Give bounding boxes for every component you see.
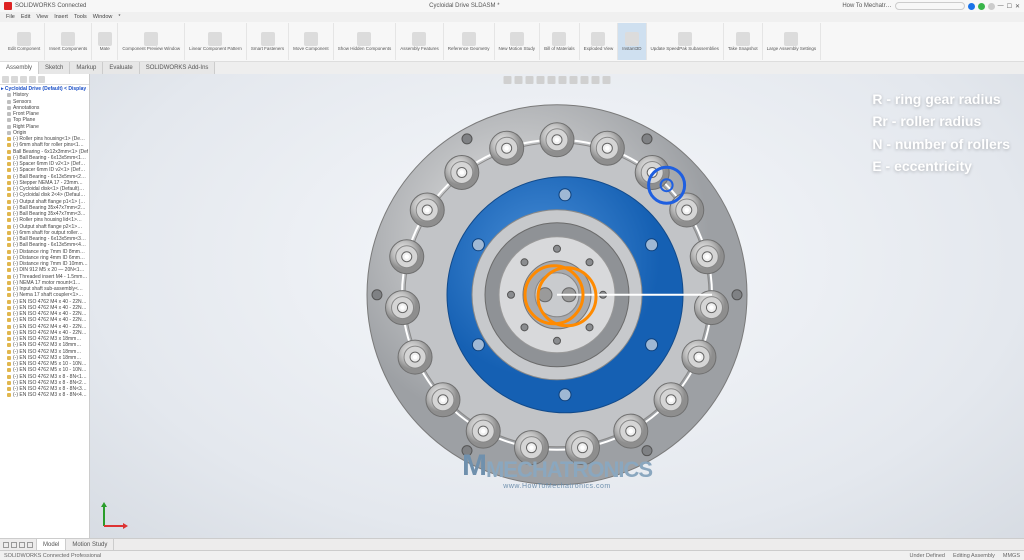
- feature-tree[interactable]: ▸ Cycloidal Drive (Default) < Display S……: [0, 85, 89, 538]
- ribbon-bill-of-materials[interactable]: Bill of Materials: [540, 23, 580, 60]
- right-title-text: How To Mechatr…: [842, 3, 891, 9]
- ribbon-assembly-features[interactable]: Assembly Features: [396, 23, 444, 60]
- ribbon-icon: [144, 32, 158, 46]
- tab-nav: [0, 539, 37, 550]
- ribbon-large-assembly-settings[interactable]: Large Assembly Settings: [763, 23, 822, 60]
- ribbon-move-component[interactable]: Move Component: [289, 23, 334, 60]
- watermark-text: MECHATRONICS: [486, 457, 652, 483]
- feature-tree-toolbar: [0, 74, 89, 85]
- watermark-url: www.HowToMechatronics.com: [462, 483, 652, 490]
- bottom-tabs: ModelMotion Study: [0, 538, 1024, 550]
- tab-assembly[interactable]: Assembly: [0, 62, 39, 74]
- tab-last-icon[interactable]: [27, 542, 33, 548]
- tab-sketch[interactable]: Sketch: [39, 62, 70, 74]
- ribbon-component-preview-window[interactable]: Component Preview Window: [118, 23, 185, 60]
- ribbon-edit-component[interactable]: Edit Component: [4, 23, 45, 60]
- overlay-line: Rr - roller radius: [872, 110, 1010, 132]
- ribbon-icon: [736, 32, 750, 46]
- ribbon-icon: [261, 32, 275, 46]
- ribbon-icon: [591, 32, 605, 46]
- ribbon-exploded-view[interactable]: Exploded View: [580, 23, 619, 60]
- bottom-tab-model[interactable]: Model: [37, 539, 66, 550]
- ribbon-icon: [61, 32, 75, 46]
- app-name: SOLIDWORKS Connected: [15, 3, 86, 9]
- view-triad[interactable]: [98, 498, 132, 532]
- parameter-overlay: R - ring gear radiusRr - roller radiusN …: [872, 88, 1010, 178]
- ribbon-icon: [98, 32, 112, 46]
- ribbon-mate[interactable]: Mate: [92, 23, 118, 60]
- minimize-button[interactable]: —: [998, 3, 1004, 9]
- ribbon-icon: [510, 32, 524, 46]
- ribbon-linear-component-pattern[interactable]: Linear Component Pattern: [185, 23, 247, 60]
- ribbon-icon: [625, 32, 639, 46]
- ribbon-icon: [784, 32, 798, 46]
- maximize-button[interactable]: ☐: [1007, 3, 1012, 10]
- workspace: ▸ Cycloidal Drive (Default) < Display S……: [0, 74, 1024, 538]
- tree-filter-icon[interactable]: [2, 76, 9, 83]
- status-field: Editing Assembly: [953, 553, 995, 559]
- tab-markup[interactable]: Markup: [70, 62, 103, 74]
- command-manager-tabs: AssemblySketchMarkupEvaluateSOLIDWORKS A…: [0, 62, 1024, 74]
- ribbon-smart-fasteners[interactable]: Smart Fasteners: [247, 23, 289, 60]
- help-icon[interactable]: [988, 3, 995, 10]
- ribbon-update-speedpak-subassemblies[interactable]: Update SpeedPak Subassemblies: [647, 23, 724, 60]
- close-button[interactable]: ✕: [1015, 3, 1020, 10]
- feature-tree-panel: ▸ Cycloidal Drive (Default) < Display S……: [0, 74, 90, 538]
- bottom-tab-motion-study[interactable]: Motion Study: [66, 539, 114, 550]
- ribbon-icon: [678, 32, 692, 46]
- document-title: Cycloidal Drive SLDASM *: [86, 3, 842, 9]
- tab-prev-icon[interactable]: [11, 542, 17, 548]
- ribbon-new-motion-study[interactable]: New Motion Study: [495, 23, 541, 60]
- status-left: SOLIDWORKS Connected Professional: [4, 553, 910, 559]
- tab-first-icon[interactable]: [3, 542, 9, 548]
- ribbon: Edit ComponentInsert ComponentsMateCompo…: [0, 22, 1024, 62]
- menu-tools[interactable]: Tools: [74, 14, 87, 20]
- tab-evaluate[interactable]: Evaluate: [103, 62, 139, 74]
- menu-*[interactable]: *: [118, 14, 120, 20]
- app-logo-icon: [4, 2, 12, 10]
- status-bar: SOLIDWORKS Connected Professional Under …: [0, 550, 1024, 560]
- tree-display-icon[interactable]: [11, 76, 18, 83]
- overlay-line: R - ring gear radius: [872, 88, 1010, 110]
- ribbon-icon: [357, 32, 371, 46]
- ribbon-icon: [208, 32, 222, 46]
- user-avatar-icon[interactable]: [968, 3, 975, 10]
- ribbon-reference-geometry[interactable]: Reference Geometry: [444, 23, 495, 60]
- tree-item[interactable]: (-) EN ISO 4762 M3 x 8 - 8N<4…: [1, 392, 88, 398]
- ribbon-insert-components[interactable]: Insert Components: [45, 23, 92, 60]
- ribbon-icon: [17, 32, 31, 46]
- menu-view[interactable]: View: [36, 14, 48, 20]
- ribbon-show-hidden-components[interactable]: Show Hidden Components: [334, 23, 397, 60]
- tree-config-icon[interactable]: [20, 76, 27, 83]
- overlay-line: N - number of rollers: [872, 133, 1010, 155]
- tree-search-icon[interactable]: [29, 76, 36, 83]
- ribbon-icon: [304, 32, 318, 46]
- menu-insert[interactable]: Insert: [54, 14, 68, 20]
- ribbon-icon: [552, 32, 566, 46]
- ribbon-instant3d[interactable]: Instant3D: [618, 23, 646, 60]
- menu-edit[interactable]: Edit: [21, 14, 30, 20]
- title-bar: SOLIDWORKS Connected Cycloidal Drive SLD…: [0, 0, 1024, 12]
- ribbon-take-snapshot[interactable]: Take Snapshot: [724, 23, 763, 60]
- status-field: MMGS: [1003, 553, 1020, 559]
- watermark-logo: MMECHATRONICS: [462, 449, 652, 483]
- search-input[interactable]: [895, 2, 965, 10]
- ribbon-icon: [412, 32, 426, 46]
- menu-bar: File Edit View Insert Tools Window *: [0, 12, 1024, 22]
- overlay-line: E - eccentricity: [872, 155, 1010, 177]
- tab-solidworks-add-ins[interactable]: SOLIDWORKS Add-Ins: [140, 62, 216, 74]
- menu-window[interactable]: Window: [93, 14, 113, 20]
- watermark: MMECHATRONICS www.HowToMechatronics.com: [462, 449, 652, 490]
- tree-expand-icon[interactable]: [38, 76, 45, 83]
- status-field: Under Defined: [910, 553, 945, 559]
- tab-next-icon[interactable]: [19, 542, 25, 548]
- ribbon-icon: [462, 32, 476, 46]
- graphics-viewport[interactable]: R - ring gear radiusRr - roller radiusN …: [90, 74, 1024, 538]
- cloud-status-icon[interactable]: [978, 3, 985, 10]
- menu-file[interactable]: File: [6, 14, 15, 20]
